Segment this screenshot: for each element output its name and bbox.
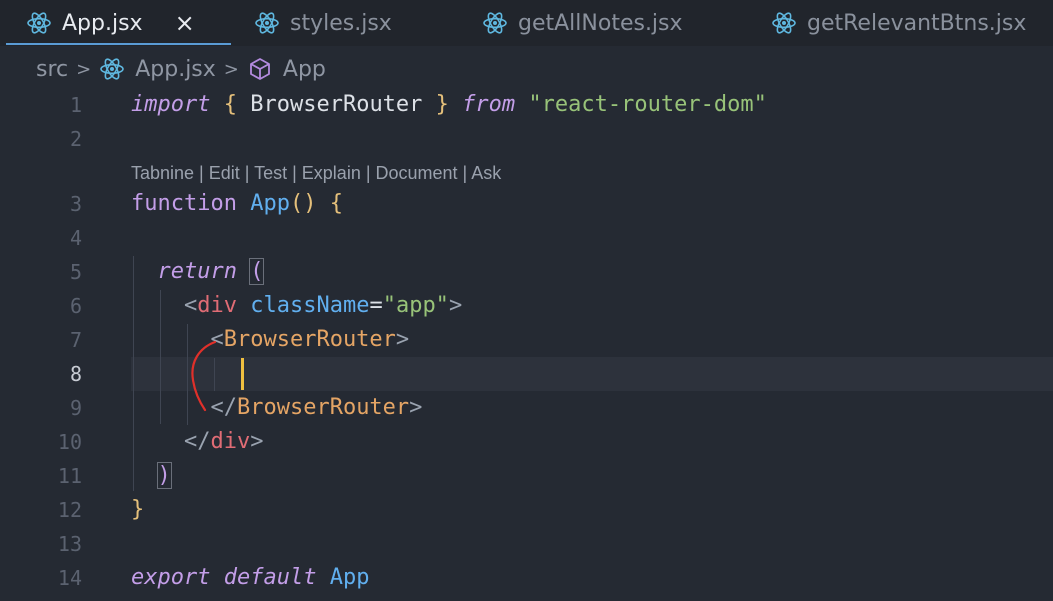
line-number: 4 [69, 226, 82, 250]
line-number: 9 [69, 396, 82, 420]
code-line: 12 } [0, 493, 1053, 527]
code-text[interactable]: return ( [131, 255, 265, 289]
code-line: 1 import { BrowserRouter } from "react-r… [0, 88, 1053, 122]
code-text[interactable]: export default App [131, 561, 369, 595]
token-punct: </ [183, 429, 211, 454]
token-function: App [250, 191, 290, 216]
token-brace: { [329, 191, 343, 216]
red-annotation-arc [191, 340, 217, 412]
tab-label: getAllNotes.jsx [518, 10, 683, 36]
line-number: 3 [69, 192, 82, 216]
token-punct: > [409, 395, 423, 420]
code-line: 11 ) [0, 459, 1053, 493]
token-keyword: function [131, 191, 237, 216]
close-icon[interactable]: × [175, 9, 195, 37]
token-punct: > [395, 327, 410, 352]
tab-label: App.jsx [62, 10, 143, 36]
token-punct: > [250, 429, 264, 454]
chevron-right-icon: > [76, 58, 92, 80]
line-number: 1 [69, 93, 82, 117]
tab-label: styles.jsx [290, 10, 392, 36]
token-identifier: App [329, 565, 370, 590]
line-number: 7 [69, 328, 82, 352]
token-component: BrowserRouter [236, 395, 410, 420]
code-text[interactable]: </BrowserRouter> [131, 391, 422, 425]
code-text[interactable]: } [131, 493, 144, 527]
code-editor[interactable]: 1 import { BrowserRouter } from "react-r… [0, 88, 1053, 601]
react-icon [255, 12, 279, 34]
line-number: 2 [69, 127, 82, 151]
chevron-right-icon: > [223, 58, 239, 80]
code-text[interactable]: <div className="app"> [131, 289, 462, 323]
token-paren: ) [156, 462, 172, 489]
code-text[interactable]: function App() { [131, 187, 343, 221]
token-parens: () [289, 191, 317, 216]
line-number: 14 [57, 566, 82, 590]
token-brace: } [435, 92, 449, 117]
token-string: "app" [382, 293, 449, 318]
token-string: "react-router-dom" [528, 92, 767, 117]
token-tag: div [197, 293, 237, 318]
tabnine-codelens[interactable]: Tabnine | Edit | Test | Explain | Docume… [131, 156, 501, 190]
react-icon [27, 12, 51, 34]
token-keyword: default [223, 565, 317, 590]
token-keyword: import [131, 92, 211, 117]
token-keyword: return [157, 259, 237, 284]
react-icon [772, 12, 796, 34]
line-number: 12 [57, 498, 82, 522]
line-number: 10 [57, 430, 82, 454]
code-line: 5 return ( [0, 255, 1053, 289]
tab-getrelevantbtns-jsx[interactable]: getRelevantBtns.jsx [771, 0, 1026, 46]
code-text[interactable]: ) [131, 459, 172, 493]
code-line: 13 [0, 527, 1053, 561]
tab-bar: App.jsx × styles.jsx getAllNotes.jsx get… [0, 0, 1053, 46]
token-component: BrowserRouter [223, 327, 396, 352]
line-number: 5 [69, 260, 82, 284]
breadcrumb: src > App.jsx > App [36, 54, 326, 84]
line-number: 6 [69, 294, 82, 318]
token-punct: < [183, 293, 198, 318]
breadcrumb-symbol[interactable]: App [283, 57, 326, 82]
token-identifier: BrowserRouter [250, 92, 423, 117]
code-line: 6 <div className="app"> [0, 289, 1053, 323]
tab-getallnotes-jsx[interactable]: getAllNotes.jsx [482, 0, 683, 46]
code-line: 4 [0, 221, 1053, 255]
cube-symbol-icon [249, 58, 270, 80]
code-text[interactable]: <BrowserRouter> [131, 323, 409, 357]
active-tab-indicator [6, 43, 231, 45]
line-number: 8 [69, 362, 82, 386]
line-number: 11 [57, 464, 82, 488]
token-keyword: from [462, 92, 516, 117]
token-tag: div [210, 429, 251, 454]
tab-app-jsx[interactable]: App.jsx × [26, 0, 195, 46]
code-line: 7 <BrowserRouter> [0, 323, 1053, 357]
breadcrumb-file[interactable]: App.jsx [135, 57, 216, 82]
text-cursor [241, 358, 244, 390]
code-line-current: 8 [0, 357, 1053, 391]
line-number: 13 [57, 532, 82, 556]
code-line: 3 function App() { [0, 187, 1053, 221]
code-line: 14 export default App [0, 561, 1053, 595]
code-line: 2 [0, 122, 1053, 156]
code-text[interactable]: </div> [131, 425, 264, 459]
token-brace: { [223, 92, 237, 117]
token-keyword: export [131, 565, 211, 590]
tab-label: getRelevantBtns.jsx [807, 10, 1027, 36]
breadcrumb-folder[interactable]: src [36, 57, 68, 82]
react-icon [483, 12, 507, 34]
token-eq: = [369, 293, 383, 318]
token-paren: ( [249, 258, 265, 285]
token-punct: > [448, 293, 463, 318]
code-text[interactable]: import { BrowserRouter } from "react-rou… [131, 88, 767, 122]
token-brace: } [131, 497, 145, 522]
code-line: 10 </div> [0, 425, 1053, 459]
token-attr: className [250, 293, 370, 318]
code-line: 9 </BrowserRouter> [0, 391, 1053, 425]
react-icon [100, 58, 125, 80]
tab-styles-jsx[interactable]: styles.jsx [254, 0, 392, 46]
